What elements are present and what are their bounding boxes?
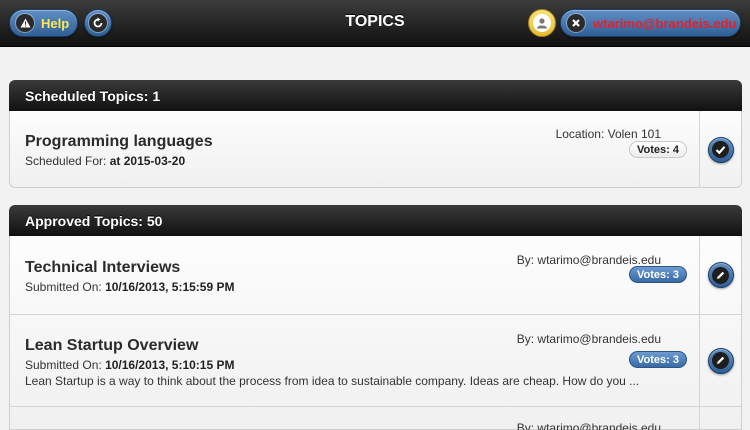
list-item[interactable]: By: wtarimo@brandeis.edu <box>10 406 741 430</box>
meta-prefix: Submitted On: <box>25 280 102 294</box>
topic-title: Technical Interviews <box>25 259 181 276</box>
topic-action-cell <box>699 111 741 188</box>
pencil-icon <box>712 352 729 369</box>
topic-content[interactable]: Programming languages Scheduled For: at … <box>10 111 699 188</box>
logout-user-button[interactable]: wtarimo@brandeis.edu <box>560 9 741 37</box>
topic-meta: Submitted On: 10/16/2013, 5:15:59 PM <box>25 280 234 294</box>
topic-meta: Scheduled For: at 2015-03-20 <box>25 154 185 168</box>
topic-content[interactable]: Lean Startup Overview Submitted On: 10/1… <box>10 315 699 406</box>
confirm-button[interactable] <box>707 136 734 163</box>
topic-location: Location: Volen 101 <box>555 127 661 141</box>
scheduled-topics-header: Scheduled Topics: 1 <box>9 80 742 111</box>
approved-topics-header: Approved Topics: 50 <box>9 205 742 236</box>
topic-action-cell <box>699 315 741 406</box>
submitted-date: 10/16/2013, 5:15:59 PM <box>105 280 235 294</box>
topic-title: Lean Startup Overview <box>25 337 199 354</box>
votes-badge: Votes: 3 <box>629 351 687 368</box>
topic-description: Lean Startup is a way to think about the… <box>25 374 640 388</box>
topic-author: By: wtarimo@brandeis.edu <box>516 253 661 267</box>
edit-button[interactable] <box>707 347 734 374</box>
votes-badge: Votes: 4 <box>629 141 687 158</box>
user-icon <box>533 14 551 32</box>
topic-title: Programming languages <box>25 133 213 150</box>
topic-content[interactable]: By: wtarimo@brandeis.edu <box>10 407 699 430</box>
profile-button[interactable] <box>528 9 556 37</box>
top-toolbar: Help TOPICS wtarimo@brandeis.edu <box>0 0 750 47</box>
topic-action-cell <box>699 236 741 314</box>
meta-prefix: Submitted On: <box>25 358 102 372</box>
votes-badge: Votes: 3 <box>629 266 687 283</box>
topic-author: By: wtarimo@brandeis.edu <box>516 332 661 346</box>
close-icon <box>567 14 585 32</box>
topic-meta: Submitted On: 10/16/2013, 5:10:15 PM <box>25 358 234 372</box>
scheduled-date: at 2015-03-20 <box>109 154 186 168</box>
scheduled-topics-list: Programming languages Scheduled For: at … <box>9 111 742 188</box>
list-item[interactable]: Programming languages Scheduled For: at … <box>10 111 741 188</box>
topic-action-cell <box>699 407 741 430</box>
list-item[interactable]: Lean Startup Overview Submitted On: 10/1… <box>10 314 741 406</box>
edit-button[interactable] <box>707 262 734 288</box>
topic-content[interactable]: Technical Interviews Submitted On: 10/16… <box>10 236 699 314</box>
submitted-date: 10/16/2013, 5:10:15 PM <box>105 358 235 372</box>
user-email-label: wtarimo@brandeis.edu <box>593 15 737 31</box>
pencil-icon <box>712 266 729 284</box>
approved-topics-list: Technical Interviews Submitted On: 10/16… <box>9 236 742 430</box>
meta-prefix: Scheduled For: <box>25 154 107 168</box>
checkmark-icon <box>712 141 729 158</box>
topic-author: By: wtarimo@brandeis.edu <box>516 421 661 430</box>
list-item[interactable]: Technical Interviews Submitted On: 10/16… <box>10 236 741 314</box>
